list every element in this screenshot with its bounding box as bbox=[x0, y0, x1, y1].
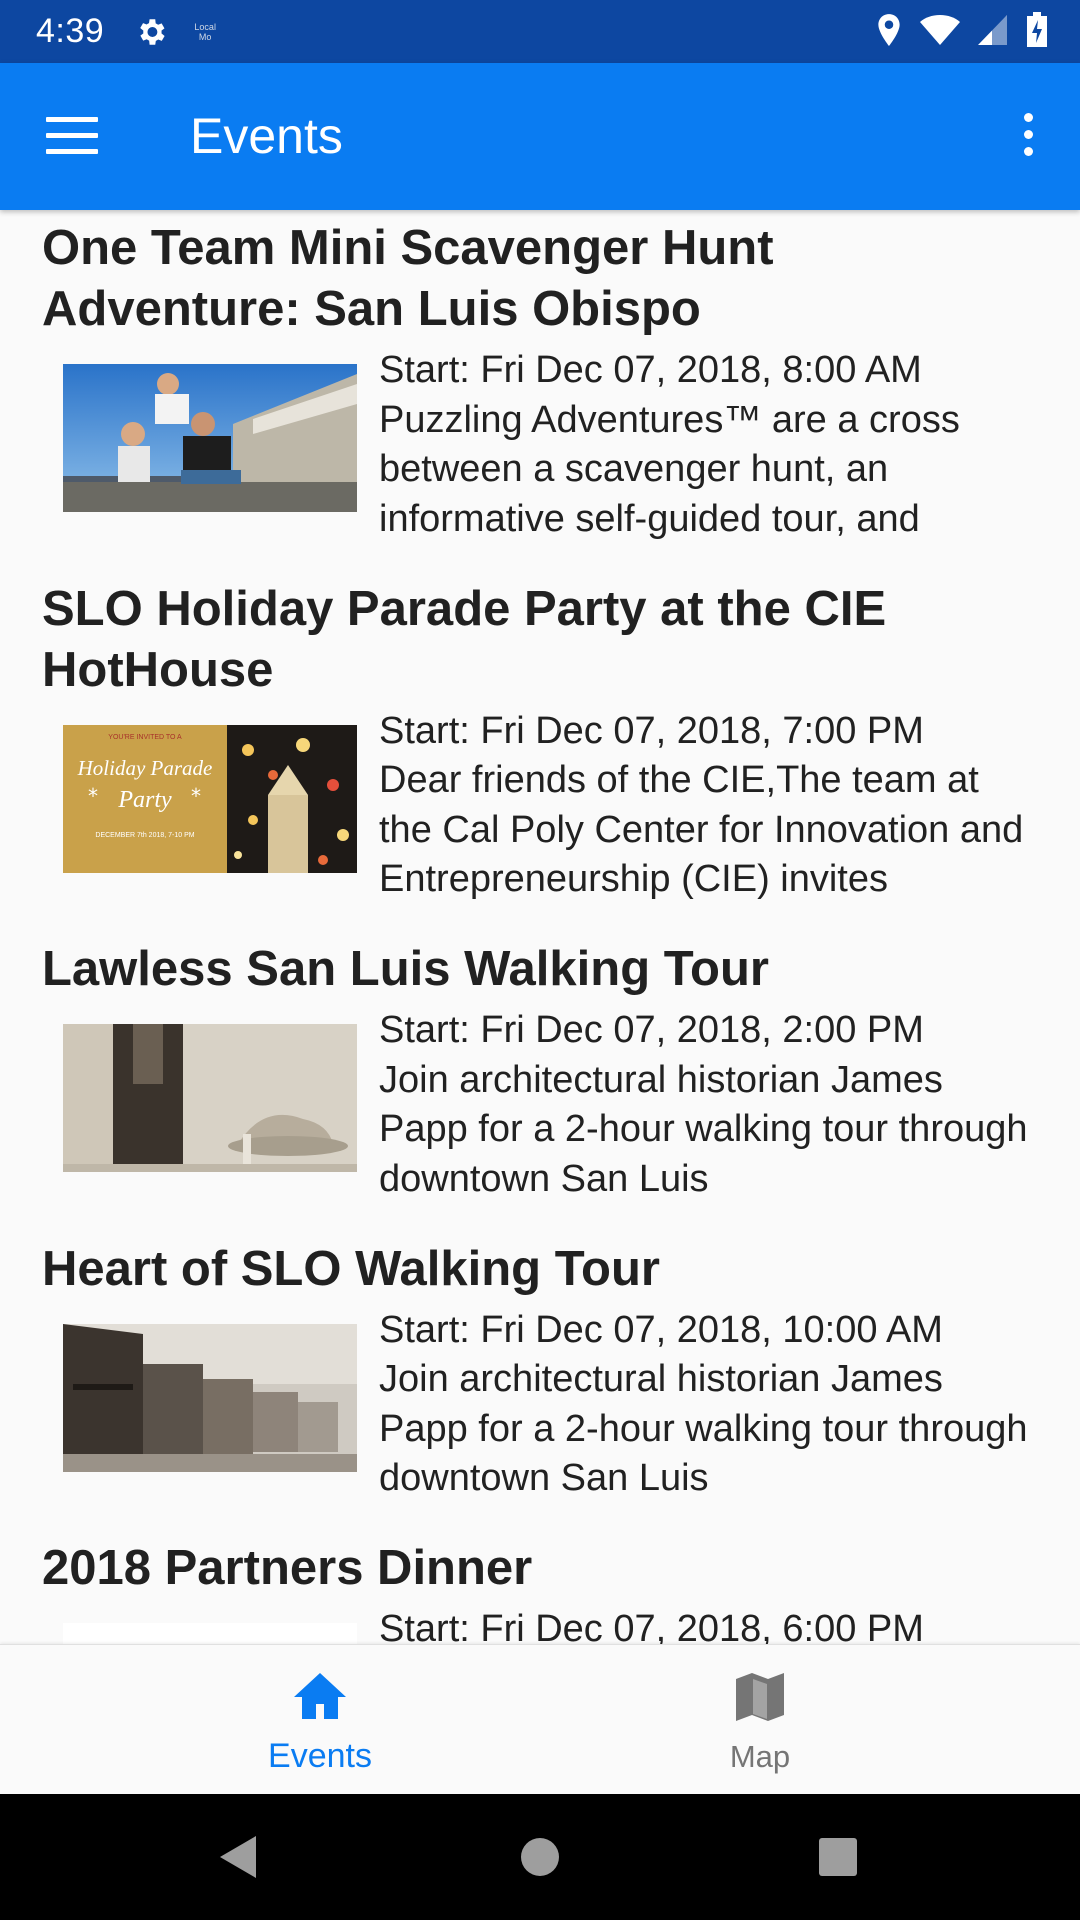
app-bar: Events bbox=[0, 63, 1080, 210]
system-navigation-bar bbox=[0, 1794, 1080, 1920]
event-item[interactable]: Heart of SLO Walking Tour Start: Fri Dec… bbox=[0, 1231, 1080, 1505]
event-item[interactable]: One Team Mini Scavenger Hunt Adventure: … bbox=[0, 210, 1080, 545]
event-item[interactable]: 2018 Partners Dinner Start: Fri Dec 07, … bbox=[0, 1530, 1080, 1644]
event-list[interactable]: One Team Mini Scavenger Hunt Adventure: … bbox=[0, 210, 1080, 1644]
signal-icon bbox=[978, 14, 1008, 51]
back-icon[interactable] bbox=[218, 1834, 258, 1885]
event-start: Start: Fri Dec 07, 2018, 2:00 PM bbox=[379, 1009, 924, 1051]
map-icon bbox=[490, 1671, 1030, 1723]
event-description: Join architectural historian James Papp … bbox=[379, 1358, 1028, 1499]
invite-date-text: DECEMBER 7th 2018, 7-10 PM bbox=[95, 832, 194, 839]
holiday-parade-text: Holiday Parade bbox=[77, 756, 213, 780]
event-title: 2018 Partners Dinner bbox=[42, 1541, 533, 1595]
svg-text:*: * bbox=[191, 784, 201, 808]
nav-map-tab[interactable]: Map bbox=[490, 1645, 1030, 1795]
event-description: Puzzling Adventures™ are a cross between… bbox=[379, 398, 960, 540]
bottom-navigation: Events Map bbox=[0, 1644, 1080, 1795]
event-title: Lawless San Luis Walking Tour bbox=[42, 942, 769, 996]
home-button-icon[interactable] bbox=[520, 1834, 560, 1885]
party-text: Party bbox=[117, 787, 172, 813]
menu-icon[interactable] bbox=[46, 117, 98, 155]
event-title: SLO Holiday Parade Party at the CIE HotH… bbox=[42, 581, 887, 697]
event-thumbnail-partners-dinner bbox=[63, 1623, 357, 1644]
event-thumbnail-heart-of-slo bbox=[63, 1323, 357, 1472]
battery-icon bbox=[1026, 12, 1048, 53]
page-title: Events bbox=[190, 108, 343, 164]
event-thumbnail-scavenger-hunt bbox=[63, 364, 357, 512]
invite-text: YOU'RE INVITED TO A bbox=[108, 734, 182, 741]
event-description: Join architectural historian James Papp … bbox=[379, 1058, 1028, 1200]
notification-label-2: Mo bbox=[198, 31, 212, 42]
event-start: Start: Fri Dec 07, 2018, 10:00 AM bbox=[379, 1308, 943, 1351]
svg-text:*: * bbox=[88, 784, 98, 808]
event-item[interactable]: SLO Holiday Parade Party at the CIE HotH… bbox=[0, 571, 1080, 906]
overflow-menu-icon[interactable] bbox=[1016, 113, 1040, 159]
notification-label-1: Local bbox=[194, 21, 216, 32]
event-thumbnail-holiday-parade: YOU'RE INVITED TO A Holiday Parade Party… bbox=[63, 724, 357, 873]
status-time: 4:39 bbox=[36, 12, 105, 50]
notification-icon: Local Mo bbox=[190, 22, 220, 42]
event-start: Start: Fri Dec 07, 2018, 7:00 PM bbox=[379, 709, 924, 752]
event-start: Start: Fri Dec 07, 2018, 8:00 AM bbox=[379, 349, 922, 391]
event-thumbnail-lawless-tour bbox=[63, 1024, 357, 1172]
nav-map-label: Map bbox=[729, 1739, 791, 1774]
event-start: Start: Fri Dec 07, 2018, 6:00 PM bbox=[379, 1608, 924, 1644]
event-title: Heart of SLO Walking Tour bbox=[42, 1241, 660, 1296]
location-icon bbox=[876, 13, 902, 52]
status-bar: 4:39 Local Mo bbox=[0, 0, 1080, 63]
event-title: One Team Mini Scavenger Hunt Adventure: … bbox=[42, 221, 774, 336]
event-item[interactable]: Lawless San Luis Walking Tour Start: Fri… bbox=[0, 931, 1080, 1205]
gear-icon bbox=[134, 15, 168, 49]
event-description: Dear friends of the CIE,The team at the … bbox=[379, 759, 1024, 900]
wifi-icon bbox=[920, 14, 960, 51]
recents-icon[interactable] bbox=[818, 1834, 858, 1885]
